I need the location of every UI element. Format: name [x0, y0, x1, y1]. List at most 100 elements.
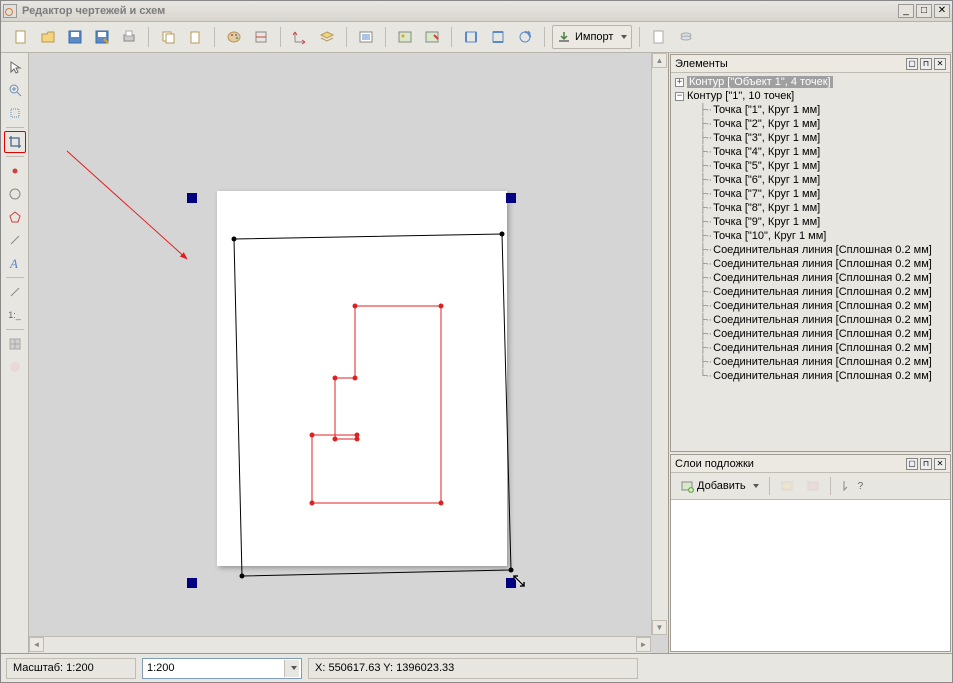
tree-item-contour-1[interactable]: + Контур ["Объект 1", 4 точек] — [671, 75, 950, 89]
layers-button[interactable] — [315, 25, 339, 49]
scale-label: Масштаб: 1:200 — [6, 658, 136, 679]
tree-item-child[interactable]: ├··Соединительная линия [Сплошная 0.2 мм… — [671, 243, 950, 257]
tree-item-contour-2[interactable]: − Контур ["1", 10 точек] — [671, 89, 950, 103]
crop-tool[interactable] — [4, 131, 26, 153]
export-layers-button[interactable] — [674, 25, 698, 49]
image-edit-button[interactable] — [420, 25, 444, 49]
tree-item-child[interactable]: ├··Точка ["10", Круг 1 мм] — [671, 229, 950, 243]
layers-panel-header: Слои подложки ▢ ⊓ ✕ — [671, 455, 950, 473]
save-as-button[interactable] — [90, 25, 114, 49]
layer-help-button[interactable]: ? — [836, 475, 869, 497]
statusbar: Масштаб: 1:200 1:200 X: 550617.63 Y: 139… — [1, 653, 952, 682]
tree-item-child[interactable]: ├··Точка ["3", Круг 1 мм] — [671, 131, 950, 145]
tree-item-child[interactable]: ├··Соединительная линия [Сплошная 0.2 мм… — [671, 327, 950, 341]
panel-pin-button[interactable]: ⊓ — [920, 58, 932, 70]
print-button[interactable] — [117, 25, 141, 49]
canvas-area[interactable]: ▲ ▼ ◄ ► — [29, 53, 668, 653]
pan-tool[interactable] — [4, 102, 26, 124]
grid-tool[interactable] — [4, 333, 26, 355]
measure-tool[interactable] — [4, 281, 26, 303]
tree-item-child[interactable]: ├··Соединительная линия [Сплошная 0.2 мм… — [671, 341, 950, 355]
main-toolbar: Импорт — [1, 22, 952, 53]
layers-toolbar: Добавить ? — [671, 473, 950, 500]
open-button[interactable] — [36, 25, 60, 49]
horizontal-scrollbar[interactable]: ◄ ► — [29, 636, 651, 653]
panel-pin-button[interactable]: ⊓ — [920, 458, 932, 470]
circle-tool[interactable] — [4, 183, 26, 205]
tree-item-child[interactable]: ├··Соединительная линия [Сплошная 0.2 мм… — [671, 285, 950, 299]
tools-toolbar: A 1:_ — [1, 53, 29, 653]
paste-button[interactable] — [183, 25, 207, 49]
rotate-button[interactable] — [513, 25, 537, 49]
titlebar: Редактор чертежей и схем _ □ ✕ — [1, 1, 952, 22]
copy-button[interactable] — [156, 25, 180, 49]
vertical-scrollbar[interactable]: ▲ ▼ — [651, 53, 668, 635]
canvas[interactable] — [37, 61, 650, 635]
tree-item-child[interactable]: ├··Точка ["5", Круг 1 мм] — [671, 159, 950, 173]
text-tool[interactable]: A — [4, 252, 26, 274]
elements-panel: Элементы ▢ ⊓ ✕ + Контур ["Объект 1", 4 т… — [670, 54, 951, 452]
scale-value: 1:200 — [147, 662, 175, 674]
tree-item-child[interactable]: ├··Точка ["8", Круг 1 мм] — [671, 201, 950, 215]
panel-dock-button[interactable]: ▢ — [906, 58, 918, 70]
tree-item-child[interactable]: ├··Точка ["7", Круг 1 мм] — [671, 187, 950, 201]
point-tool[interactable] — [4, 160, 26, 182]
dimension-tool[interactable]: 1:_ — [4, 304, 26, 326]
tree-item-child[interactable]: ├··Точка ["9", Круг 1 мм] — [671, 215, 950, 229]
tree-item-child[interactable]: ├··Соединительная линия [Сплошная 0.2 мм… — [671, 355, 950, 369]
disabled-tool — [4, 356, 26, 378]
tree-item-child[interactable]: ├··Соединительная линия [Сплошная 0.2 мм… — [671, 271, 950, 285]
add-layer-button[interactable]: Добавить — [675, 475, 764, 497]
tree-item-child[interactable]: ├··Соединительная линия [Сплошная 0.2 мм… — [671, 299, 950, 313]
tree-item-child[interactable]: ├··Соединительная линия [Сплошная 0.2 мм… — [671, 313, 950, 327]
axes-button[interactable] — [288, 25, 312, 49]
tree-item-child[interactable]: ├··Точка ["4", Круг 1 мм] — [671, 145, 950, 159]
resize-cursor-icon — [512, 574, 528, 590]
border-button-2[interactable] — [486, 25, 510, 49]
selection-handle-sw[interactable] — [187, 578, 197, 588]
layer-button-1[interactable] — [775, 475, 799, 497]
tree-item-child[interactable]: ├··Точка ["2", Круг 1 мм] — [671, 117, 950, 131]
save-button[interactable] — [63, 25, 87, 49]
palette-button[interactable] — [222, 25, 246, 49]
polygon-tool[interactable] — [4, 206, 26, 228]
panel-close-button[interactable]: ✕ — [934, 458, 946, 470]
tree-item-child[interactable]: ├··Соединительная линия [Сплошная 0.2 мм… — [671, 257, 950, 271]
tree-item-child[interactable]: ├··Точка ["6", Круг 1 мм] — [671, 173, 950, 187]
expand-icon[interactable]: + — [675, 78, 684, 87]
layer-button-2[interactable] — [801, 475, 825, 497]
panel-dock-button[interactable]: ▢ — [906, 458, 918, 470]
border-button-1[interactable] — [459, 25, 483, 49]
elements-panel-title: Элементы — [675, 58, 906, 70]
scale-combobox[interactable]: 1:200 — [142, 658, 302, 679]
style-button[interactable] — [249, 25, 273, 49]
image-button[interactable] — [393, 25, 417, 49]
tree-item-child[interactable]: ├··Точка ["1", Круг 1 мм] — [671, 103, 950, 117]
content-area: A 1:_ — [1, 53, 952, 653]
right-panels: Элементы ▢ ⊓ ✕ + Контур ["Объект 1", 4 т… — [668, 53, 952, 653]
maximize-button[interactable]: □ — [916, 4, 932, 18]
app-title: Редактор чертежей и схем — [22, 5, 898, 17]
layers-panel-title: Слои подложки — [675, 458, 906, 470]
layers-panel: Слои подложки ▢ ⊓ ✕ Добавить ? — [670, 454, 951, 652]
collapse-icon[interactable]: − — [675, 92, 684, 101]
tree-item-child[interactable]: └··Соединительная линия [Сплошная 0.2 мм… — [671, 369, 950, 383]
import-dropdown[interactable]: Импорт — [552, 25, 632, 49]
coordinates-label: X: 550617.63 Y: 1396023.33 — [308, 658, 638, 679]
line-tool[interactable] — [4, 229, 26, 251]
pointer-tool[interactable] — [4, 56, 26, 78]
selection-handle-ne[interactable] — [506, 193, 516, 203]
window-controls: _ □ ✕ — [898, 4, 950, 18]
elements-tree[interactable]: + Контур ["Объект 1", 4 точек] − Контур … — [671, 73, 950, 451]
annotation-arrow — [57, 141, 197, 271]
layers-list[interactable] — [671, 500, 950, 651]
minimize-button[interactable]: _ — [898, 4, 914, 18]
add-layer-label: Добавить — [697, 480, 746, 492]
zoom-tool[interactable] — [4, 79, 26, 101]
app-icon — [3, 4, 17, 18]
close-button[interactable]: ✕ — [934, 4, 950, 18]
new-button[interactable] — [9, 25, 33, 49]
panel-close-button[interactable]: ✕ — [934, 58, 946, 70]
export-doc-button[interactable] — [647, 25, 671, 49]
list-button[interactable] — [354, 25, 378, 49]
